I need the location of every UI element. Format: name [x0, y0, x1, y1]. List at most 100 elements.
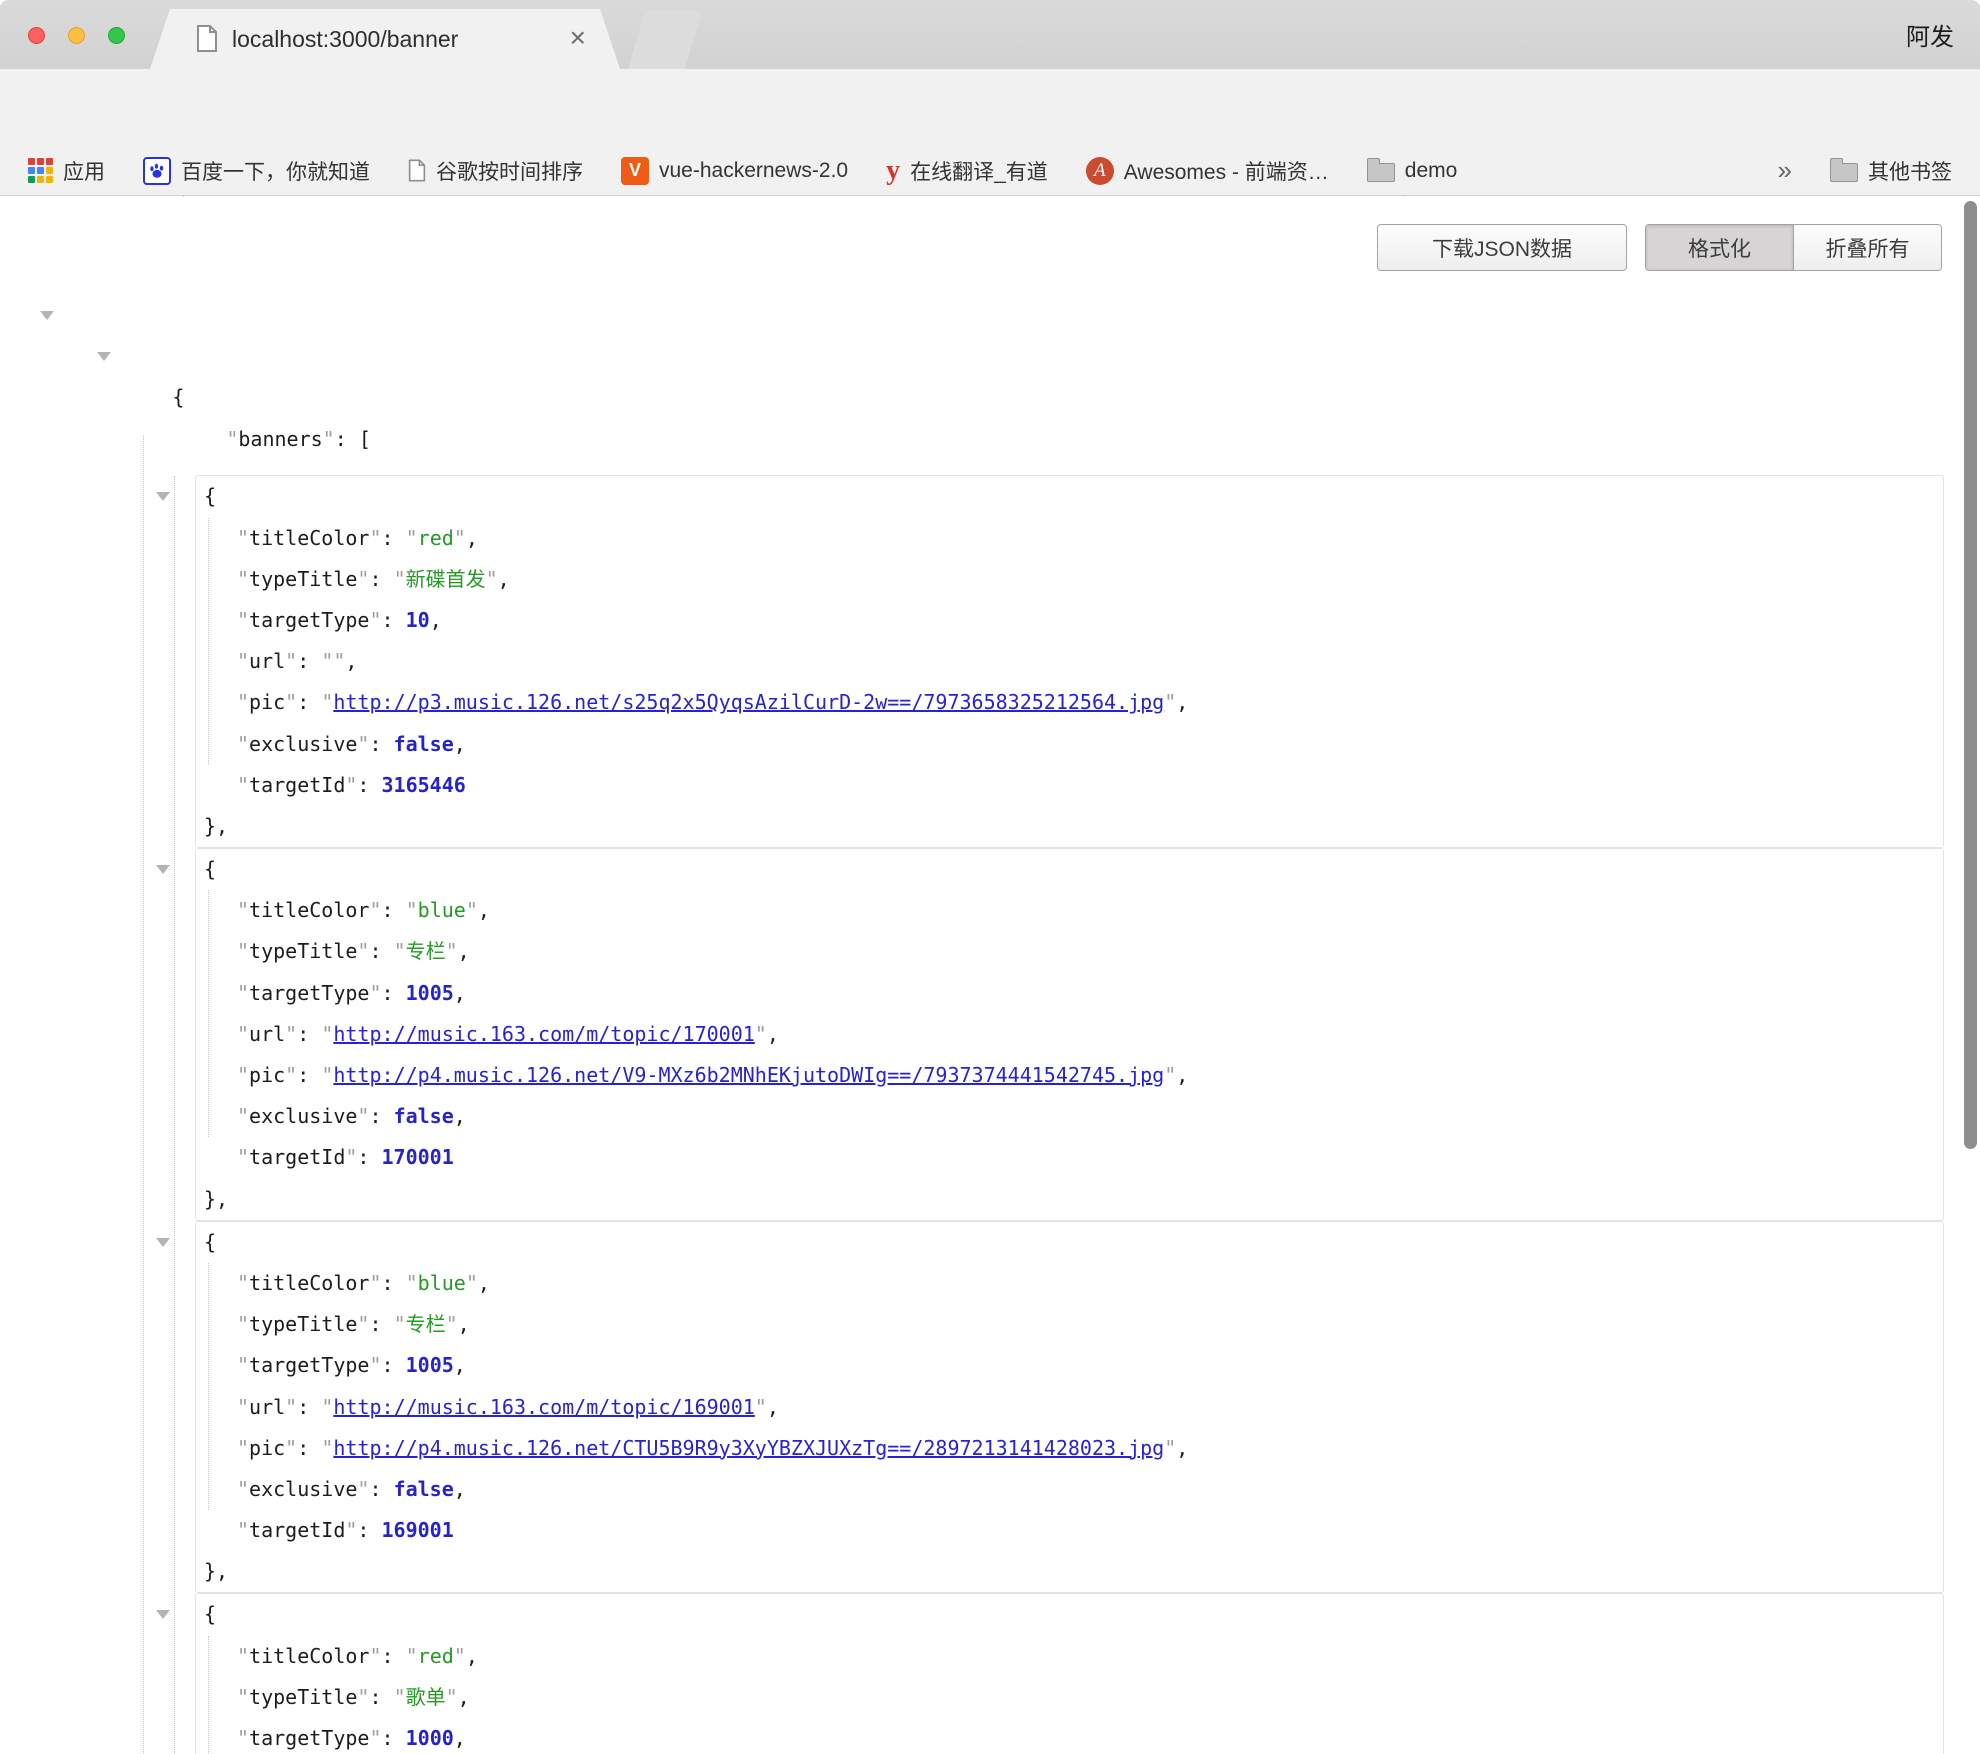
quote: ": [237, 649, 249, 673]
json-object-close-row: },: [196, 1179, 1943, 1220]
bookmark-item-vue-hackernews[interactable]: V vue-hackernews-2.0: [621, 157, 848, 185]
json-field-row: "typeTitle": "专栏",: [196, 931, 1943, 972]
quote: ": [486, 567, 498, 591]
json-field-row: "targetType": 10,: [196, 600, 1943, 641]
page-icon: [408, 159, 426, 182]
comma: ,: [767, 1022, 779, 1046]
quote: ": [321, 1022, 333, 1046]
collapse-triangle-icon[interactable]: [156, 865, 170, 874]
quote: ": [406, 1644, 418, 1668]
comma: ,: [478, 1271, 490, 1295]
format-button[interactable]: 格式化: [1646, 225, 1793, 270]
json-key: pic: [249, 1436, 285, 1460]
colon: :: [382, 1271, 406, 1295]
colon: :: [357, 773, 381, 797]
json-field-row: "titleColor": "red",: [196, 1636, 1943, 1677]
quote: ": [755, 1395, 767, 1419]
json-number-value: 1005: [406, 981, 454, 1005]
close-brace: },: [204, 1559, 228, 1583]
quote: ": [237, 690, 249, 714]
colon: :: [382, 1644, 406, 1668]
new-tab-button[interactable]: [628, 11, 702, 69]
json-field-row: "titleColor": "blue",: [196, 890, 1943, 931]
json-link-value[interactable]: http://p4.music.126.net/CTU5B9R9y3XyYBZX…: [333, 1436, 1164, 1460]
colon: :: [369, 1312, 393, 1336]
json-key: pic: [249, 1063, 285, 1087]
quote: ": [1164, 1063, 1176, 1087]
quote: ": [237, 1436, 249, 1460]
json-field-row: "titleColor": "blue",: [196, 1263, 1943, 1304]
collapse-all-button[interactable]: 折叠所有: [1793, 225, 1941, 270]
close-window-icon[interactable]: [28, 27, 45, 44]
bookmark-label: 在线翻译_有道: [910, 156, 1048, 186]
json-field-row: "targetId": 170001: [196, 1137, 1943, 1178]
minimize-window-icon[interactable]: [68, 27, 85, 44]
quote: ": [237, 567, 249, 591]
comma: ,: [454, 1726, 466, 1750]
json-banners-row: "banners": [: [0, 336, 1980, 377]
comma: ,: [454, 1477, 466, 1501]
json-field-row: "exclusive": false,: [196, 1096, 1943, 1137]
bookmark-item-demo-folder[interactable]: demo: [1367, 159, 1458, 183]
collapse-triangle-icon[interactable]: [97, 352, 111, 361]
quote: ": [321, 1436, 333, 1460]
quote: ": [237, 732, 249, 756]
open-brace: {: [204, 857, 216, 881]
bookmark-item-baidu[interactable]: 百度一下，你就知道: [143, 156, 370, 186]
json-link-value[interactable]: http://music.163.com/m/topic/169001: [333, 1395, 754, 1419]
tab-close-icon[interactable]: ×: [570, 9, 586, 67]
scrollbar-thumb[interactable]: [1964, 201, 1977, 1149]
collapse-triangle-icon[interactable]: [40, 311, 54, 320]
comma: ,: [1176, 1436, 1188, 1460]
json-field-row: "typeTitle": "专栏",: [196, 1304, 1943, 1345]
json-root-row: {: [0, 295, 1980, 336]
tree-guide-line: [208, 1263, 209, 1510]
json-field-row: "typeTitle": "歌单",: [196, 1677, 1943, 1718]
colon: :: [297, 1436, 321, 1460]
bookmarks-bar: 应用 百度一下，你就知道 谷歌按时间排序 V vue-hackerne: [0, 146, 1980, 196]
json-number-value: 10: [406, 608, 430, 632]
quote: ": [321, 690, 333, 714]
quote: ": [357, 1477, 369, 1501]
tree-guide-line: [174, 476, 175, 1754]
json-link-value[interactable]: http://p4.music.126.net/V9-MXz6b2MNhEKju…: [333, 1063, 1164, 1087]
profile-name[interactable]: 阿发: [1906, 0, 1954, 69]
bookmarks-overflow-icon[interactable]: »: [1778, 155, 1792, 186]
json-key: targetType: [249, 608, 369, 632]
maximize-window-icon[interactable]: [108, 27, 125, 44]
quote: ": [345, 1145, 357, 1169]
bookmark-item-google-sort[interactable]: 谷歌按时间排序: [408, 156, 583, 186]
comma: ,: [454, 732, 466, 756]
quote: ": [357, 567, 369, 591]
json-object-close-row: },: [196, 806, 1943, 847]
other-bookmarks-folder[interactable]: 其他书签: [1830, 156, 1952, 186]
active-tab[interactable]: localhost:3000/banner ×: [150, 9, 620, 69]
json-string-value: red: [418, 526, 454, 550]
quote: ": [394, 939, 406, 963]
comma: ,: [345, 649, 357, 673]
json-string-value: blue: [418, 898, 466, 922]
quote: ": [394, 567, 406, 591]
quote: ": [446, 1312, 458, 1336]
json-link-value[interactable]: http://p3.music.126.net/s25q2x5QyqsAzilC…: [333, 690, 1164, 714]
apps-shortcut[interactable]: 应用: [28, 156, 105, 186]
quote: ": [237, 1726, 249, 1750]
quote: ": [237, 1312, 249, 1336]
json-key: exclusive: [249, 1477, 357, 1501]
json-link-value[interactable]: http://music.163.com/m/topic/170001: [333, 1022, 754, 1046]
json-array-items: {"titleColor": "red","typeTitle": "新碟首发"…: [195, 475, 1944, 1754]
download-json-button[interactable]: 下载JSON数据: [1377, 224, 1627, 271]
quote: ": [357, 1104, 369, 1128]
json-bool-value: false: [394, 732, 454, 756]
json-field-row: "exclusive": false,: [196, 1469, 1943, 1510]
bookmark-item-youdao[interactable]: y 在线翻译_有道: [886, 155, 1048, 187]
bookmark-item-awesomes[interactable]: A Awesomes - 前端资…: [1086, 156, 1329, 186]
quote: ": [285, 1395, 297, 1419]
quote: ": [369, 1271, 381, 1295]
comma: ,: [454, 1104, 466, 1128]
quote: ": [237, 898, 249, 922]
collapse-triangle-icon[interactable]: [156, 1610, 170, 1619]
collapse-triangle-icon[interactable]: [156, 1238, 170, 1247]
colon: :: [357, 1518, 381, 1542]
collapse-triangle-icon[interactable]: [156, 492, 170, 501]
